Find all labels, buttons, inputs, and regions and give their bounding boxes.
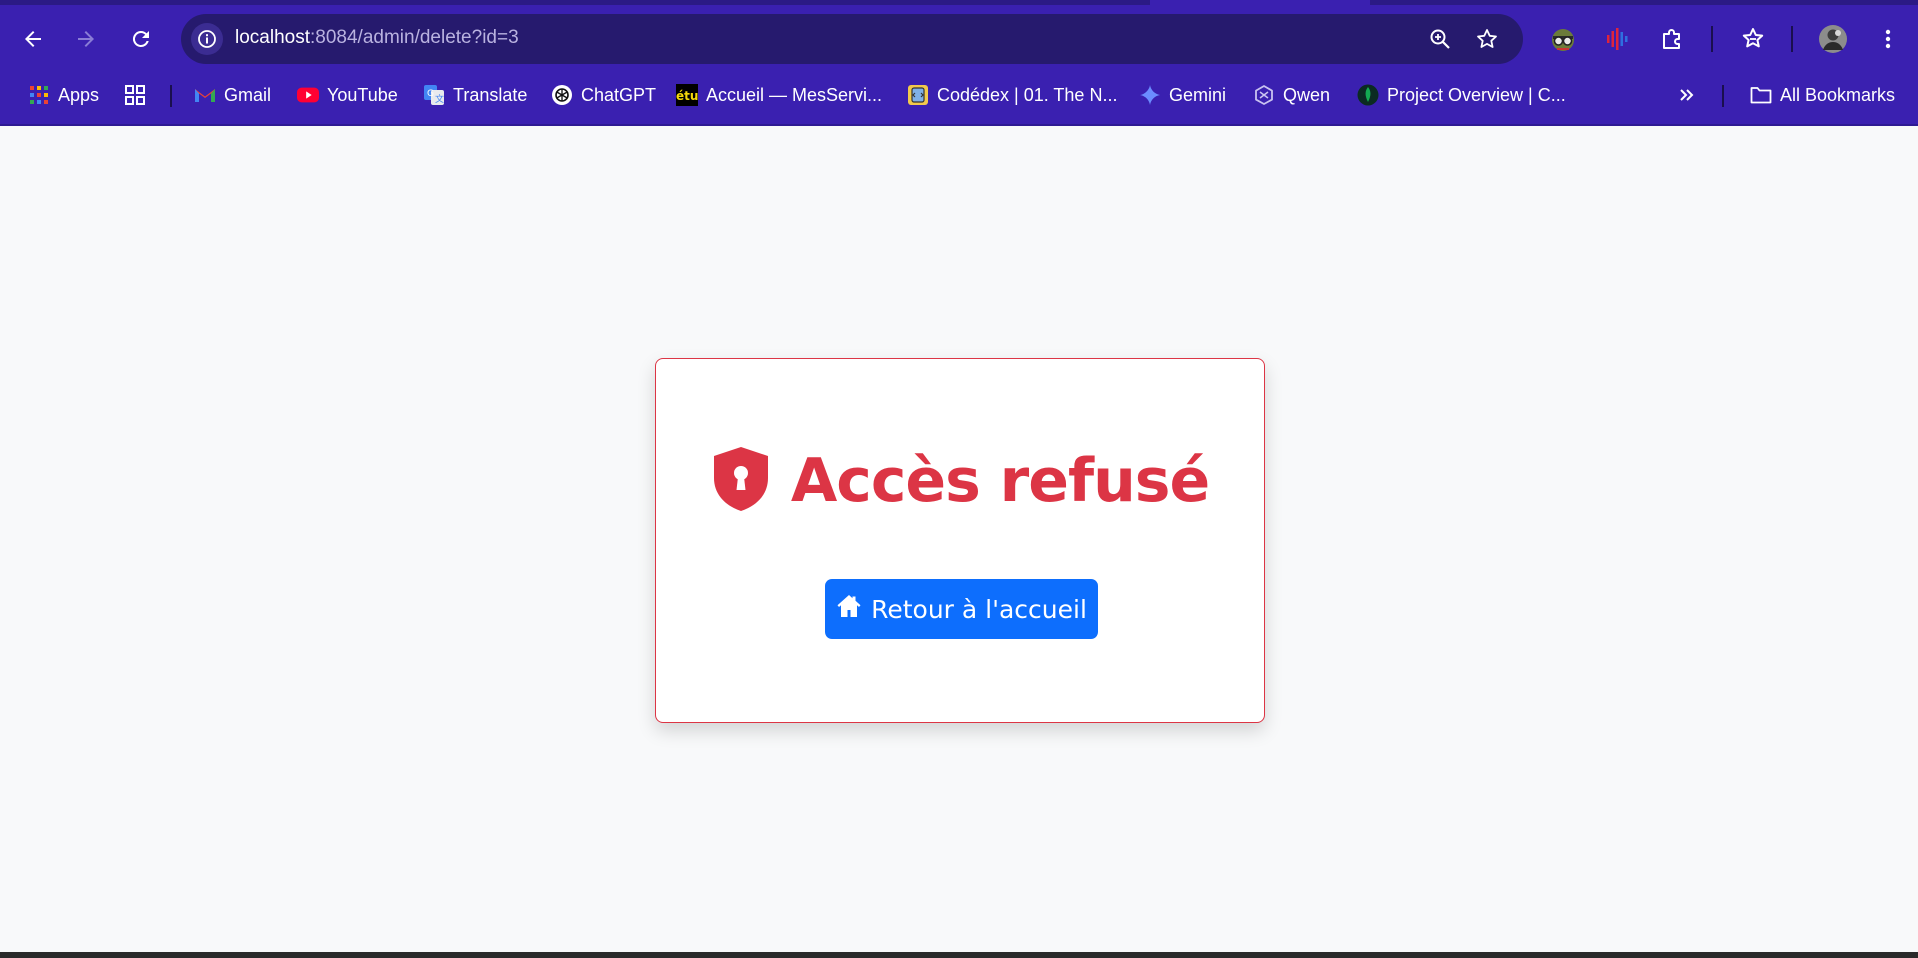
browser-toolbar: localhost:8084/admin/delete?id=3 bbox=[0, 10, 1918, 68]
bookmark-label: Gmail bbox=[224, 84, 272, 105]
bookmark-tab-groups[interactable] bbox=[124, 80, 146, 110]
bookmark-accueil[interactable]: étu Accueil — MesServi... bbox=[676, 80, 882, 110]
bookmark-label: ChatGPT bbox=[581, 84, 657, 105]
access-denied-card: Accès refusé Retour à l'accueil bbox=[655, 358, 1265, 723]
chevron-double-right-icon bbox=[1676, 84, 1698, 106]
back-home-button[interactable]: Retour à l'accueil bbox=[825, 579, 1098, 639]
extensions-button[interactable] bbox=[1656, 23, 1688, 55]
bookmark-label: Project Overview | C... bbox=[1387, 84, 1566, 105]
reading-list-button[interactable] bbox=[1737, 23, 1769, 55]
zoom-in-icon bbox=[1430, 29, 1450, 49]
bookmark-project-overview[interactable]: Project Overview | C... bbox=[1357, 80, 1566, 110]
mongodb-icon bbox=[1357, 84, 1379, 106]
bookmark-translate[interactable]: G 文 Translate bbox=[423, 80, 527, 110]
url-path: :8084/admin/delete?id=3 bbox=[310, 27, 519, 48]
bookmarks-overflow-button[interactable] bbox=[1676, 80, 1698, 110]
bookmark-label: Codédex | 01. The N... bbox=[937, 84, 1118, 105]
browser-chrome: localhost:8084/admin/delete?id=3 Apps Gm… bbox=[0, 0, 1918, 126]
bookmark-qwen[interactable]: Qwen bbox=[1253, 80, 1330, 110]
bookmark-youtube[interactable]: YouTube bbox=[297, 80, 398, 110]
tab-strip-edge bbox=[0, 0, 1918, 5]
avatar-icon bbox=[1819, 25, 1847, 53]
back-home-label: Retour à l'accueil bbox=[871, 594, 1087, 624]
arrow-right-icon bbox=[78, 31, 94, 47]
zoom-button[interactable] bbox=[1428, 27, 1452, 51]
youtube-icon bbox=[297, 84, 319, 106]
reload-icon bbox=[132, 30, 149, 47]
qwen-icon bbox=[1253, 84, 1275, 106]
codedex-icon bbox=[907, 84, 929, 106]
apps-grid-icon bbox=[28, 84, 50, 106]
profile-button[interactable] bbox=[1817, 23, 1849, 55]
spy-extension-icon bbox=[1552, 29, 1574, 51]
bookmark-label: Qwen bbox=[1283, 84, 1331, 105]
all-bookmarks-button[interactable]: All Bookmarks bbox=[1750, 80, 1895, 110]
bookmarks-separator bbox=[1722, 85, 1724, 107]
forward-button[interactable] bbox=[71, 24, 101, 54]
menu-button[interactable] bbox=[1872, 23, 1904, 55]
url-host: localhost bbox=[235, 27, 310, 48]
info-icon bbox=[198, 30, 216, 48]
page-content: Accès refusé Retour à l'accueil bbox=[0, 126, 1918, 952]
star-list-icon bbox=[1742, 28, 1764, 48]
bookmark-label: Translate bbox=[453, 84, 528, 105]
bookmark-label: Apps bbox=[58, 84, 100, 105]
bookmark-label: YouTube bbox=[327, 84, 398, 105]
extension-spy-button[interactable] bbox=[1547, 23, 1579, 55]
chatgpt-icon bbox=[551, 84, 573, 106]
audio-wave-extension-icon bbox=[1607, 28, 1628, 50]
bookmark-label: Gemini bbox=[1169, 84, 1227, 105]
bookmark-label: Accueil — MesServi... bbox=[706, 84, 883, 105]
bookmark-star-button[interactable] bbox=[1475, 27, 1499, 51]
address-bar[interactable]: localhost:8084/admin/delete?id=3 bbox=[181, 14, 1523, 64]
site-info-button[interactable] bbox=[191, 23, 223, 55]
gmail-icon bbox=[194, 84, 216, 106]
svg-text:étu: étu bbox=[676, 89, 698, 103]
url-text[interactable]: localhost:8084/admin/delete?id=3 bbox=[235, 27, 519, 49]
bookmark-gmail[interactable]: Gmail bbox=[194, 80, 271, 110]
more-vertical-icon bbox=[1885, 29, 1891, 49]
svg-text:G: G bbox=[427, 89, 434, 99]
bookmarks-separator bbox=[170, 85, 172, 107]
reload-button[interactable] bbox=[126, 24, 156, 54]
active-tab-edge bbox=[1150, 0, 1370, 5]
bookmark-gemini[interactable]: Gemini bbox=[1139, 80, 1226, 110]
bookmark-chatgpt[interactable]: ChatGPT bbox=[551, 80, 656, 110]
toolbar-separator bbox=[1711, 26, 1713, 52]
tab-groups-icon bbox=[124, 84, 146, 106]
screen-bottom-edge bbox=[0, 952, 1918, 958]
folder-icon bbox=[1750, 84, 1772, 106]
arrow-left-icon bbox=[25, 31, 41, 47]
bookmark-codedex[interactable]: Codédex | 01. The N... bbox=[907, 80, 1117, 110]
house-icon bbox=[836, 593, 862, 625]
extension-audio-button[interactable] bbox=[1601, 23, 1633, 55]
star-outline-icon bbox=[1477, 29, 1497, 48]
all-bookmarks-label: All Bookmarks bbox=[1780, 84, 1896, 105]
translate-icon: G 文 bbox=[423, 84, 445, 106]
toolbar-separator bbox=[1791, 26, 1793, 52]
card-heading: Accès refusé bbox=[656, 441, 1264, 521]
gemini-icon bbox=[1139, 84, 1161, 106]
svg-text:文: 文 bbox=[435, 93, 444, 105]
puzzle-icon bbox=[1663, 29, 1680, 49]
bookmark-apps[interactable]: Apps bbox=[28, 80, 99, 110]
shield-lock-icon bbox=[711, 445, 771, 518]
bookmarks-bar: Apps Gmail YouTube G 文 Translate ChatGPT… bbox=[0, 76, 1918, 114]
etu-icon: étu bbox=[676, 84, 698, 106]
back-button[interactable] bbox=[18, 24, 48, 54]
page-title: Accès refusé bbox=[790, 446, 1210, 516]
